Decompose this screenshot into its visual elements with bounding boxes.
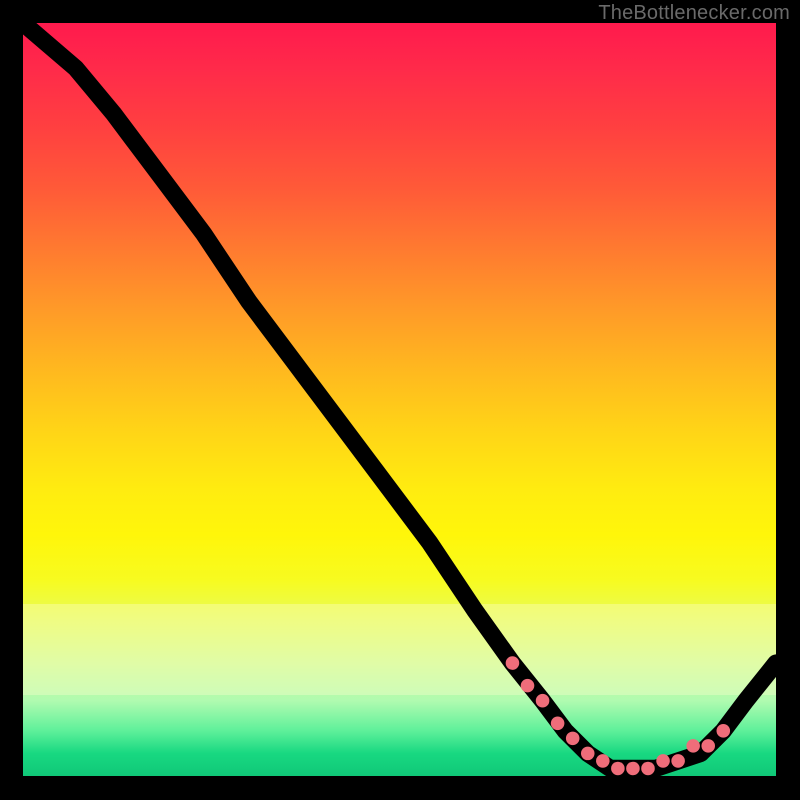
plot-area xyxy=(23,23,776,776)
marker-dot xyxy=(566,732,580,746)
marker-dot xyxy=(671,754,685,768)
marker-dot xyxy=(641,762,655,776)
chart-svg xyxy=(23,23,776,776)
watermark-text: TheBottlenecker.com xyxy=(598,2,790,25)
marker-dot xyxy=(551,717,565,731)
marker-dot xyxy=(686,739,700,753)
chart-stage: TheBottlenecker.com xyxy=(0,0,800,800)
marker-dot xyxy=(536,694,550,708)
marker-dot xyxy=(596,754,610,768)
marker-dot xyxy=(581,747,595,761)
marker-dot xyxy=(521,679,535,693)
marker-dot xyxy=(701,739,715,753)
marker-dot xyxy=(506,656,520,670)
bottleneck-curve xyxy=(23,23,776,768)
marker-dot xyxy=(656,754,670,768)
marker-dot xyxy=(626,762,640,776)
marker-dot xyxy=(611,762,625,776)
marker-dot xyxy=(717,724,731,738)
